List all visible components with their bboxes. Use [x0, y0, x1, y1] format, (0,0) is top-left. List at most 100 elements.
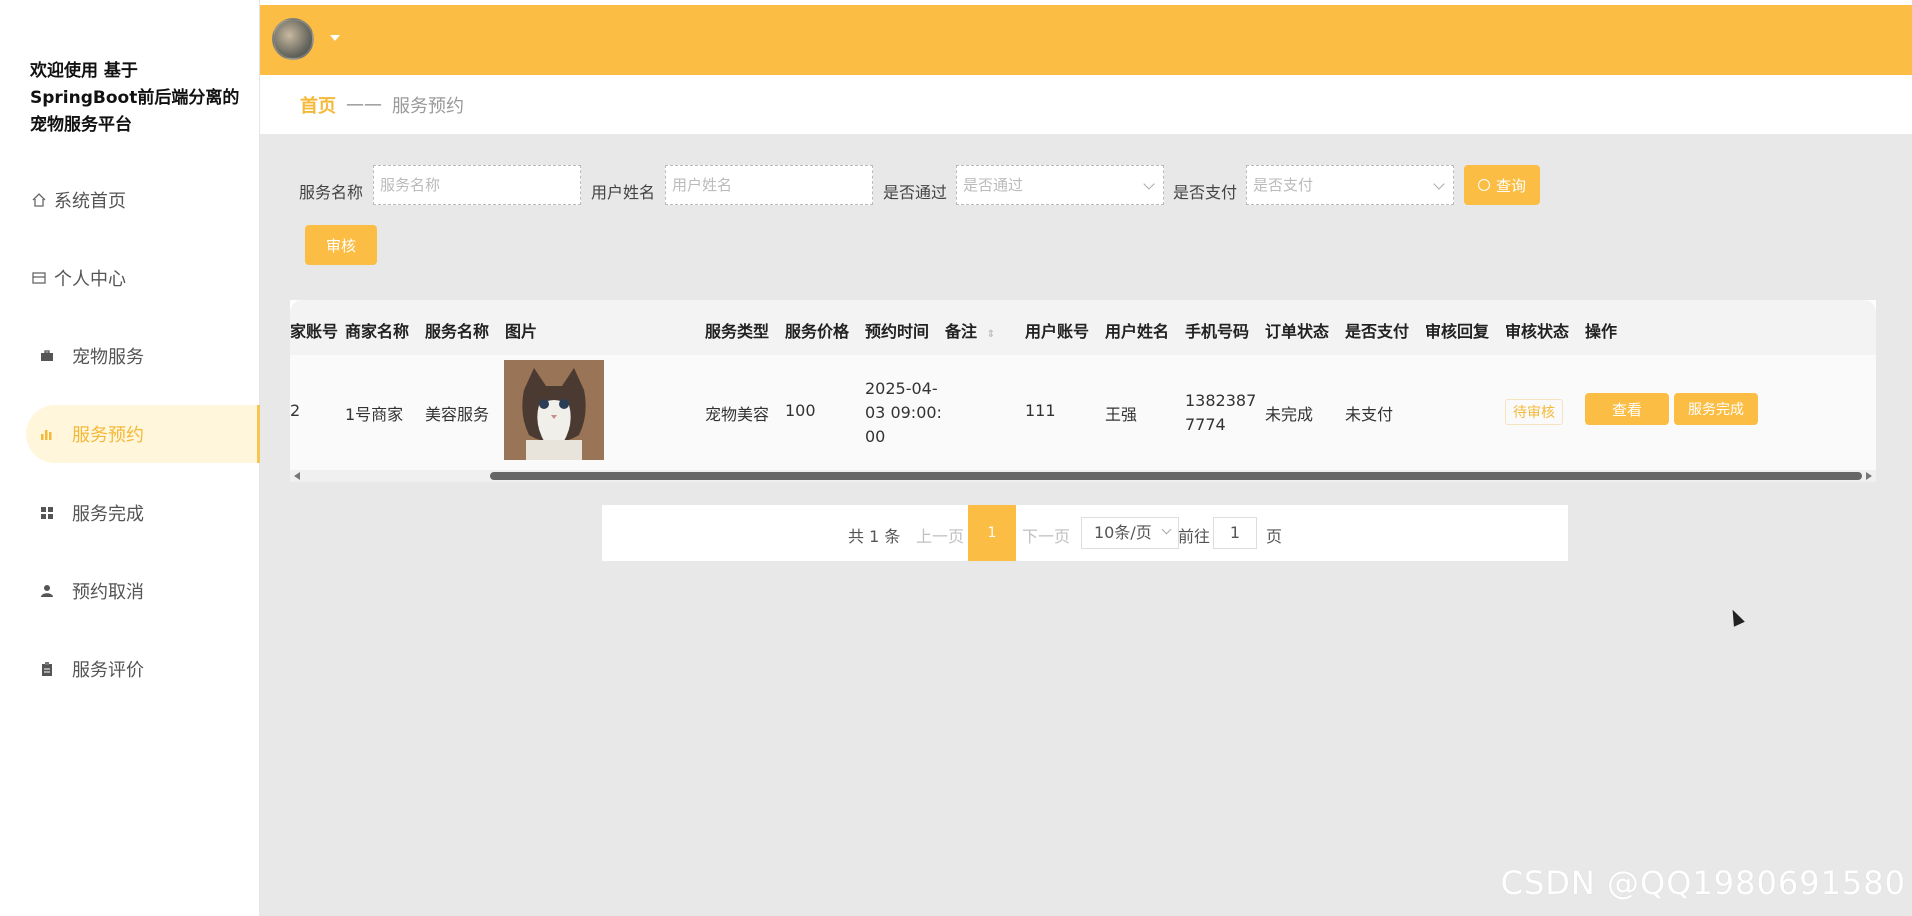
approved-label: 是否通过: [883, 183, 948, 202]
table-row: 2 1号商家 美容服务 宠物美容 100 2025-04- 03 09:00: …: [290, 355, 1876, 470]
col-booking-time: 预约时间: [865, 322, 930, 341]
brand-title: 欢迎使用 基于SpringBoot前后端分离的宠物服务平台: [30, 61, 240, 135]
chevron-down-icon: [1161, 524, 1172, 535]
status-badge: 待审核: [1505, 399, 1563, 425]
breadcrumb-separator: ——: [346, 94, 382, 115]
user-name-input[interactable]: 用户姓名: [665, 165, 873, 205]
sidebar-item-label: 系统首页: [54, 191, 126, 212]
query-button[interactable]: 查询: [1464, 165, 1540, 205]
paid-label: 是否支付: [1173, 183, 1238, 202]
cell-price: 100: [785, 401, 816, 420]
sidebar-item-label: 服务评价: [72, 660, 144, 681]
col-service-name: 服务名称: [425, 322, 490, 341]
cell-service-name: 美容服务: [425, 405, 490, 424]
phone-line: 7774: [1185, 415, 1226, 434]
page-suffix-label: 页: [1266, 527, 1283, 546]
cell-user-account: 111: [1025, 401, 1056, 420]
avatar[interactable]: [272, 18, 314, 60]
sidebar-item-service-done[interactable]: 服务完成: [36, 484, 268, 542]
col-merchant-name: 商家名称: [345, 322, 410, 341]
sort-icon[interactable]: ⇕: [987, 329, 995, 340]
sidebar-item-profile[interactable]: 个人中心: [28, 249, 260, 307]
page-number-current[interactable]: 1: [968, 505, 1016, 561]
cell-booking-time: 2025-04- 03 09:00: 00: [865, 377, 942, 449]
cell-merchant-account: 2: [290, 401, 301, 420]
col-merchant-account: 家账号: [290, 322, 339, 341]
col-paid: 是否支付: [1345, 322, 1410, 341]
service-name-input[interactable]: 服务名称: [373, 165, 581, 205]
page-size-value: 10条/页: [1094, 523, 1152, 542]
cell-order-status: 未完成: [1265, 405, 1314, 424]
col-image: 图片: [505, 322, 538, 341]
col-remark[interactable]: 备注 ⇕: [945, 318, 995, 342]
view-button[interactable]: 查看: [1585, 393, 1669, 425]
chevron-down-icon: [1433, 178, 1445, 190]
col-audit-reply: 审核回复: [1425, 322, 1490, 341]
sidebar: 欢迎使用 基于SpringBoot前后端分离的宠物服务平台 系统首页 个人中心 …: [0, 0, 260, 916]
user-icon: [36, 580, 58, 602]
pet-image[interactable]: [504, 360, 604, 460]
breadcrumb-home[interactable]: 首页: [300, 92, 336, 118]
col-order-status: 订单状态: [1265, 322, 1330, 341]
goto-label: 前往: [1178, 527, 1211, 546]
sidebar-item-label: 宠物服务: [72, 347, 144, 368]
clipboard-icon: [36, 658, 58, 680]
booking-time-line: 00: [865, 427, 886, 446]
sidebar-item-booking-cancel[interactable]: 预约取消: [36, 562, 268, 620]
card-icon: [28, 267, 50, 289]
paid-placeholder: 是否支付: [1253, 176, 1314, 194]
audit-button[interactable]: 审核: [305, 225, 377, 265]
chevron-down-icon[interactable]: [330, 35, 340, 41]
horizontal-scrollbar[interactable]: [290, 470, 1876, 482]
prev-page-button[interactable]: 上一页: [916, 523, 964, 547]
col-audit-status: 审核状态: [1505, 322, 1570, 341]
scrollbar-thumb[interactable]: [490, 472, 1862, 480]
goto-page-input[interactable]: 1: [1213, 517, 1257, 549]
breadcrumb: 首页 —— 服务预约: [260, 75, 1912, 135]
watermark: CSDN @QQ1980691580: [1500, 864, 1906, 902]
col-service-type: 服务类型: [705, 322, 770, 341]
service-name-label: 服务名称: [299, 183, 364, 202]
col-phone: 手机号码: [1185, 322, 1250, 341]
sidebar-item-label: 预约取消: [72, 582, 144, 603]
col-remark-label: 备注: [945, 322, 978, 341]
cell-service-type: 宠物美容: [705, 405, 770, 424]
cell-phone: 1382387 7774: [1185, 389, 1256, 437]
sidebar-item-label: 服务完成: [72, 504, 144, 525]
sidebar-item-label: 服务预约: [72, 425, 144, 446]
breadcrumb-current: 服务预约: [392, 95, 464, 117]
data-table: 家账号 商家名称 服务名称 图片 服务类型 服务价格 预约时间 备注 ⇕ 用户账…: [290, 300, 1876, 482]
chevron-down-icon: [1143, 178, 1155, 190]
approved-placeholder: 是否通过: [963, 176, 1024, 194]
cell-user-name: 王强: [1105, 405, 1138, 424]
sidebar-item-label: 个人中心: [54, 269, 126, 290]
home-icon: [28, 189, 50, 211]
next-page-button[interactable]: 下一页: [1022, 523, 1070, 547]
main-content: 服务名称 服务名称 用户姓名 用户姓名 是否通过 是否通过 是否支付 是否支付 …: [260, 135, 1912, 916]
page-size-select[interactable]: 10条/页: [1081, 517, 1179, 549]
col-actions: 操作: [1585, 322, 1618, 341]
sidebar-item-service-review[interactable]: 服务评价: [36, 640, 268, 698]
approved-select[interactable]: 是否通过: [956, 165, 1164, 205]
search-icon: [1477, 179, 1490, 191]
scroll-right-icon[interactable]: [1866, 472, 1872, 480]
cell-paid: 未支付: [1345, 405, 1394, 424]
sidebar-item-service-booking[interactable]: 服务预约: [26, 405, 260, 463]
query-button-label: 查询: [1495, 176, 1526, 195]
booking-time-line: 2025-04-: [865, 379, 938, 398]
grid-icon: [36, 502, 58, 524]
sidebar-item-home[interactable]: 系统首页: [28, 171, 260, 229]
paid-select[interactable]: 是否支付: [1246, 165, 1454, 205]
phone-line: 1382387: [1185, 391, 1257, 410]
mouse-cursor-icon: [1727, 607, 1745, 627]
briefcase-icon: [36, 345, 58, 367]
app-root: 欢迎使用 基于SpringBoot前后端分离的宠物服务平台 系统首页 个人中心 …: [0, 0, 1912, 916]
col-user-account: 用户账号: [1025, 322, 1090, 341]
scroll-left-icon[interactable]: [294, 472, 300, 480]
col-price: 服务价格: [785, 322, 850, 341]
booking-time-line: 03 09:00:: [865, 403, 942, 422]
pagination: 共 1 条 上一页 1 下一页 10条/页 前往 1 页: [602, 505, 1568, 561]
pagination-total: 共 1 条: [848, 527, 901, 546]
complete-service-button[interactable]: 服务完成: [1674, 393, 1758, 425]
sidebar-item-pet-service[interactable]: 宠物服务: [36, 327, 268, 385]
